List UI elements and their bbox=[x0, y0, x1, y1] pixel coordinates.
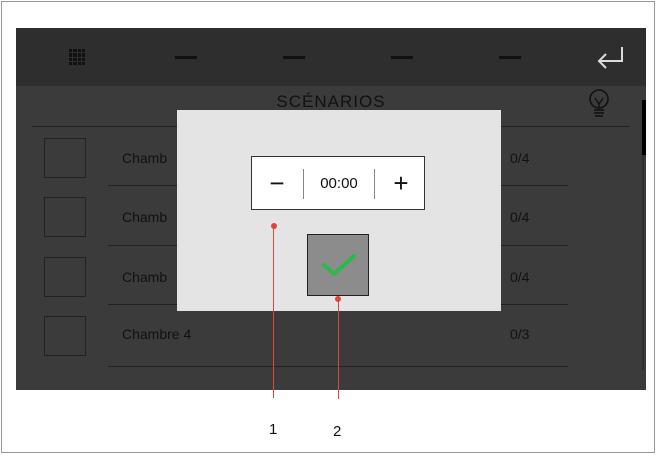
timer-dialog: − 00:00 + bbox=[177, 110, 501, 311]
scenario-name: Chamb bbox=[122, 209, 168, 225]
decrement-button[interactable]: − bbox=[260, 167, 294, 201]
tab-indicator-4[interactable] bbox=[499, 56, 521, 59]
callout-line-2 bbox=[338, 300, 339, 399]
lightbulb-icon[interactable] bbox=[586, 88, 612, 120]
grid-menu-icon[interactable] bbox=[69, 49, 85, 65]
scenario-name: Chamb bbox=[122, 269, 168, 285]
page-title: SCÉNARIOS bbox=[276, 92, 386, 111]
scenario-checkbox[interactable] bbox=[44, 197, 86, 237]
scenario-count: 0/4 bbox=[510, 209, 530, 225]
confirm-button[interactable] bbox=[307, 234, 369, 296]
scenario-count: 0/4 bbox=[510, 150, 530, 166]
tab-indicator-2[interactable] bbox=[283, 56, 305, 59]
return-arrow-icon[interactable] bbox=[594, 41, 626, 73]
list-item[interactable]: Chambre 4 0/3 bbox=[16, 310, 646, 370]
scenario-checkbox[interactable] bbox=[44, 257, 86, 297]
scenario-name: Chambre 4 bbox=[122, 326, 192, 342]
callout-label-2: 2 bbox=[333, 423, 342, 440]
scenario-checkbox[interactable] bbox=[44, 316, 86, 356]
scenario-count: 0/3 bbox=[510, 326, 530, 342]
scenario-name: Chamb bbox=[122, 150, 168, 166]
callout-label-1: 1 bbox=[269, 421, 278, 438]
scenario-count: 0/4 bbox=[510, 269, 530, 285]
time-stepper: − 00:00 + bbox=[251, 156, 425, 210]
tab-indicator-1[interactable] bbox=[175, 56, 197, 59]
scenario-checkbox[interactable] bbox=[44, 138, 86, 178]
stepper-divider bbox=[374, 169, 375, 199]
top-bar bbox=[16, 28, 646, 86]
tab-indicator-3[interactable] bbox=[391, 56, 413, 59]
checkmark-icon bbox=[322, 254, 356, 276]
callout-line-1 bbox=[273, 227, 274, 398]
increment-button[interactable]: + bbox=[384, 167, 418, 201]
time-value: 00:00 bbox=[320, 175, 358, 192]
device-screen: SCÉNARIOS Chamb 0/4 Chamb 0/4 Chamb 0/4 … bbox=[16, 28, 646, 390]
figure-frame: SCÉNARIOS Chamb 0/4 Chamb 0/4 Chamb 0/4 … bbox=[1, 1, 655, 453]
callout-marker-1 bbox=[271, 223, 277, 229]
